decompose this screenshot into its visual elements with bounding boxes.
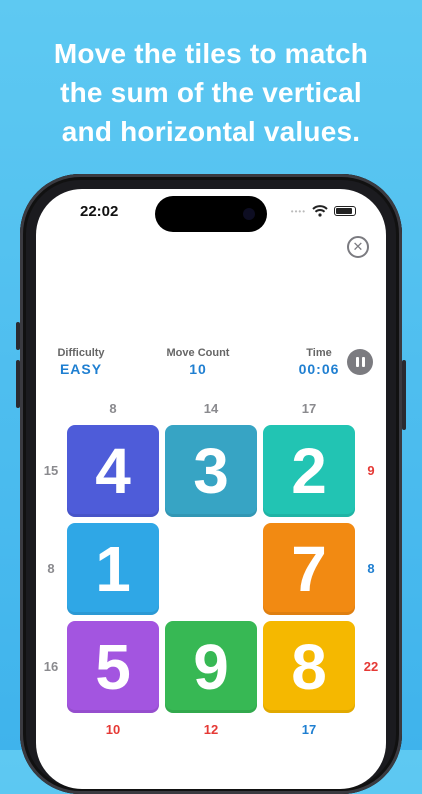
puzzle-tile[interactable]: 5	[67, 621, 159, 713]
time-stat: Time 00:06	[288, 347, 350, 377]
power-button	[402, 360, 406, 430]
row-clue-right: 9	[367, 463, 375, 478]
time-value: 00:06	[298, 361, 340, 377]
headline-line-1: Move the tiles to match	[53, 38, 369, 69]
puzzle-tile[interactable]: 9	[165, 621, 257, 713]
row-clue-right: 8	[367, 561, 375, 576]
difficulty-value: EASY	[59, 361, 103, 377]
difficulty-stat: Difficulty EASY	[46, 347, 116, 377]
dynamic-island	[155, 196, 267, 232]
pause-icon[interactable]	[347, 349, 373, 375]
promo-headline: Move the tiles to match the sum of the v…	[0, 34, 422, 151]
row-clue-left: 8	[47, 561, 55, 576]
volume-button	[16, 322, 20, 350]
wifi-icon	[312, 205, 328, 217]
signal-dots-icon: ••••	[290, 206, 306, 216]
puzzle-tile[interactable]: 7	[263, 523, 355, 615]
row-clue-right: 22	[363, 659, 379, 674]
volume-button	[16, 360, 20, 408]
headline-line-3: and horizontal values.	[61, 116, 361, 147]
column-clue-top: 17	[301, 401, 317, 416]
puzzle-tile[interactable]: 3	[165, 425, 257, 517]
puzzle-tile[interactable]: 2	[263, 425, 355, 517]
puzzle-tile[interactable]: 1	[67, 523, 159, 615]
puzzle-tile[interactable]: 4	[67, 425, 159, 517]
empty-slot[interactable]	[165, 523, 257, 615]
status-icons: ••••	[291, 205, 356, 217]
row-clue-left: 16	[43, 659, 59, 674]
column-clue-top: 14	[203, 401, 219, 416]
camera-icon	[243, 208, 255, 220]
battery-icon	[334, 206, 356, 216]
phone-screen: 22:02 •••• ✕ Difficulty EASY Move Count …	[36, 189, 386, 789]
move-count-value: 10	[189, 361, 207, 377]
column-clue-bottom: 10	[105, 722, 121, 737]
move-count-stat: Move Count 10	[158, 347, 238, 377]
move-count-label: Move Count	[166, 347, 230, 359]
headline-line-2: the sum of the vertical	[60, 77, 362, 108]
close-icon[interactable]: ✕	[347, 236, 369, 258]
column-clue-bottom: 12	[203, 722, 219, 737]
column-clue-top: 8	[109, 401, 117, 416]
difficulty-label: Difficulty	[57, 347, 105, 359]
row-clue-left: 15	[43, 463, 59, 478]
time-label: Time	[306, 347, 332, 359]
status-time: 22:02	[80, 203, 119, 220]
column-clue-bottom: 17	[301, 722, 317, 737]
puzzle-tile[interactable]: 8	[263, 621, 355, 713]
